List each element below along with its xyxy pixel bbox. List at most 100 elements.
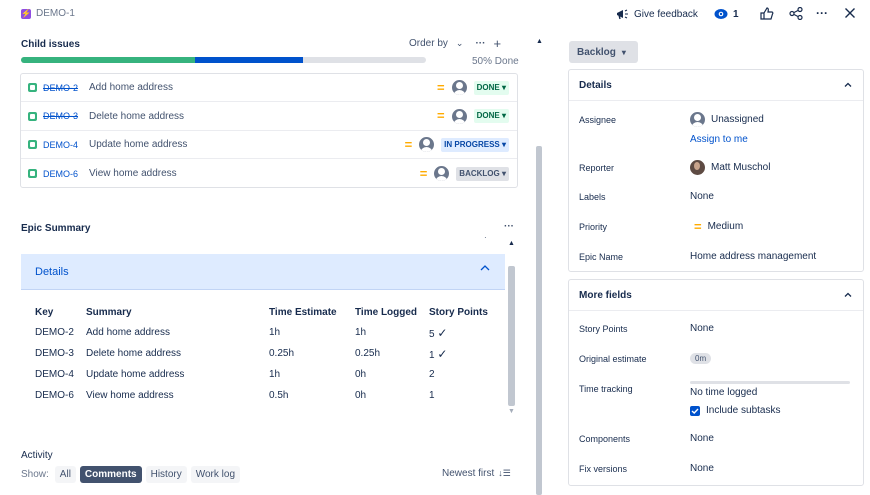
assignee-label: Assignee [579, 114, 617, 125]
assignee-value[interactable]: Unassigned [690, 112, 764, 127]
components-value[interactable]: None [690, 433, 714, 444]
child-issue-row[interactable]: DEMO-4 Update home address = IN PROGRESS ▾ [21, 131, 517, 159]
sort-toggle[interactable]: Newest first ↓☰ [442, 468, 511, 479]
row-key[interactable]: DEMO-6 [35, 385, 86, 406]
child-issue-key[interactable]: DEMO-6 [43, 169, 89, 179]
row-key[interactable]: DEMO-3 [35, 343, 86, 364]
story-points-value[interactable]: None [690, 323, 714, 334]
col-key: Key [35, 306, 54, 318]
status-lozenge[interactable]: DONE ▾ [473, 80, 509, 95]
table-row: DEMO-6 View home address 0.5h 0h 1 [35, 385, 495, 406]
epic-summary-more-icon[interactable]: ··· [504, 221, 514, 232]
priority-medium-icon: = [437, 79, 445, 95]
activity-tab[interactable]: All [54, 466, 76, 483]
activity-tab[interactable]: History [145, 466, 187, 483]
chevron-up-icon[interactable] [843, 290, 853, 300]
priority-label: Priority [579, 221, 608, 232]
scroll-thumb[interactable] [508, 266, 515, 406]
child-issue-summary[interactable]: Update home address [89, 139, 187, 150]
status-button[interactable]: Backlog ▾ [569, 41, 638, 63]
add-child-icon[interactable]: + [493, 37, 501, 50]
chevron-up-icon[interactable] [479, 262, 491, 274]
epic-details-header[interactable]: Details [21, 254, 505, 290]
thumbs-up-icon[interactable] [760, 7, 774, 20]
child-issue-key[interactable]: DEMO-2 [43, 83, 89, 93]
scroll-down-icon[interactable]: ▼ [508, 408, 515, 415]
order-by-button[interactable]: Order by [409, 38, 448, 49]
main-scroll-thumb[interactable] [536, 146, 542, 495]
status-lozenge[interactable]: BACKLOG ▾ [456, 166, 509, 181]
child-issue-row[interactable]: DEMO-3 Delete home address = DONE ▾ [21, 103, 517, 131]
row-summary: Add home address [86, 327, 170, 338]
sort-icon: ↓☰ [498, 468, 511, 478]
chevron-down-icon: ▾ [621, 47, 626, 57]
assign-to-me-link[interactable]: Assign to me [690, 134, 748, 145]
labels-value[interactable]: None [690, 191, 714, 202]
breadcrumb-issue-key[interactable]: DEMO-1 [36, 8, 75, 19]
time-tracking-value[interactable]: No time logged [690, 381, 850, 398]
chevron-down-icon[interactable]: ⌄ [456, 38, 464, 49]
share-icon[interactable] [789, 7, 803, 20]
priority-name: Medium [707, 221, 744, 232]
epic-name-label: Epic Name [579, 251, 624, 262]
row-points-cell: 5 ✓ [429, 322, 495, 343]
avatar[interactable] [451, 108, 467, 124]
original-estimate-value[interactable]: 0m [690, 353, 712, 364]
main-scrollbar[interactable]: ▲ [535, 38, 543, 495]
status-lozenge[interactable]: IN PROGRESS ▾ [441, 137, 509, 152]
include-subtasks-checkbox[interactable]: Include subtasks [690, 405, 781, 416]
feedback-button[interactable]: Give feedback [616, 8, 698, 20]
progress-bar [21, 57, 426, 63]
avatar[interactable] [434, 166, 450, 181]
more-actions-icon[interactable]: ··· [816, 6, 828, 20]
child-issue-row[interactable]: DEMO-2 Add home address = DONE ▾ [21, 74, 517, 102]
child-issue-summary[interactable]: Add home address [89, 82, 173, 93]
row-estimate: 1h [269, 369, 281, 380]
priority-medium-icon: = [419, 165, 428, 181]
reporter-value[interactable]: Matt Muschol [690, 160, 770, 175]
activity-title: Activity [21, 450, 53, 461]
child-issues-controls: Order by ⌄ ··· + [409, 37, 501, 50]
details-panel-title: Details [579, 79, 612, 91]
scroll-up-icon[interactable]: ▲ [508, 240, 515, 247]
epic-details-label: Details [35, 266, 69, 278]
include-subtasks-label: Include subtasks [706, 405, 781, 416]
child-issue-summary[interactable]: View home address [89, 168, 177, 179]
fix-versions-value[interactable]: None [690, 463, 714, 474]
row-logged: 1h [355, 327, 367, 338]
dot-icon: · [484, 233, 487, 242]
table-row: DEMO-4 Update home address 1h 0h 2 [35, 364, 495, 385]
child-issue-summary[interactable]: Delete home address [89, 111, 184, 122]
activity-tab[interactable]: Comments [79, 466, 142, 483]
row-points: 5 [429, 328, 435, 340]
avatar [690, 112, 705, 127]
close-icon[interactable] [844, 7, 856, 19]
epic-scrollbar[interactable]: ▲ ▼ [506, 240, 517, 418]
row-summary: View home address [86, 390, 174, 401]
details-panel-header[interactable]: Details [569, 70, 863, 101]
main-scroll-up-icon[interactable]: ▲ [536, 38, 543, 45]
more-fields-header[interactable]: More fields [569, 280, 863, 311]
assignee-name: Unassigned [711, 114, 764, 125]
watch-button[interactable]: 1 [714, 8, 739, 20]
row-key[interactable]: DEMO-2 [35, 322, 86, 343]
more-icon[interactable]: ··· [475, 38, 485, 49]
child-issue-row[interactable]: DEMO-6 View home address = BACKLOG ▾ [21, 160, 517, 188]
epic-name-value[interactable]: Home address management [690, 251, 816, 262]
child-issue-key[interactable]: DEMO-4 [43, 140, 89, 150]
avatar[interactable] [451, 80, 467, 95]
time-tracking-text: No time logged [690, 387, 758, 398]
row-estimate: 0.5h [269, 390, 289, 401]
child-issue-key[interactable]: DEMO-3 [43, 111, 89, 121]
time-tracking-field: Time tracking No time logged [579, 381, 853, 398]
chevron-up-icon[interactable] [843, 80, 853, 90]
activity-tab[interactable]: Work log [190, 466, 241, 483]
priority-medium-icon: = [694, 218, 702, 234]
row-points-cell: 2 [429, 364, 495, 385]
row-key[interactable]: DEMO-4 [35, 364, 86, 385]
epic-summary-table: Key Summary Time Estimate Time Logged St… [35, 302, 495, 406]
avatar[interactable] [419, 137, 435, 152]
status-lozenge[interactable]: DONE ▾ [473, 109, 509, 123]
priority-value[interactable]: = Medium [690, 218, 744, 234]
progress-done [21, 57, 195, 63]
